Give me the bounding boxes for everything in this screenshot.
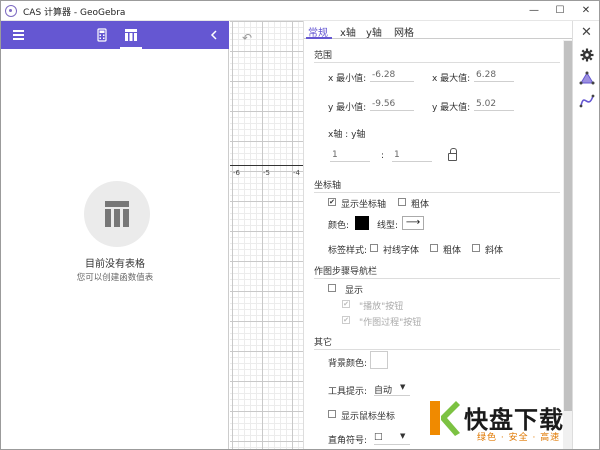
- axis-ratio-label: x轴 : y轴: [328, 130, 366, 140]
- settings-tabs: 常规 x轴 y轴 网格: [304, 21, 573, 39]
- xmax-input[interactable]: 6.28: [474, 70, 514, 82]
- section-divider: [314, 349, 560, 350]
- watermark-slogan: 绿色 · 安全 · 高速: [477, 433, 561, 443]
- ymin-input[interactable]: -9.56: [370, 99, 414, 111]
- minimize-button[interactable]: —: [521, 1, 547, 21]
- play-button-checkbox: ✔: [342, 300, 350, 308]
- axes-bold-checkbox[interactable]: [398, 198, 406, 206]
- show-axes-checkbox[interactable]: ✔: [328, 198, 336, 206]
- table-view-panel: 目前没有表格 您可以创建函数值表: [1, 21, 229, 449]
- undo-icon[interactable]: ↶: [242, 31, 252, 45]
- settings-content[interactable]: 范围 x 最小值: -6.28 x 最大值: 6.28 y 最小值: -9.56…: [304, 40, 573, 449]
- axes-bold-label: 粗体: [411, 200, 430, 210]
- section-divider: [314, 62, 560, 63]
- section-divider: [314, 192, 560, 193]
- empty-table-illustration: [84, 181, 150, 247]
- settings-panel: 常规 x轴 y轴 网格 范围 x 最小值: -6.28 x 最大值: 6.28 …: [303, 21, 573, 449]
- ymin-label: y 最小值:: [328, 103, 367, 113]
- serif-checkbox[interactable]: [370, 244, 378, 252]
- tooltips-dropdown[interactable]: 自动 ▼: [374, 383, 410, 396]
- show-axes-label: 显示坐标轴: [341, 200, 387, 210]
- section-range-title: 范围: [314, 51, 333, 61]
- tab-grid[interactable]: 网格: [394, 24, 414, 39]
- right-angle-label: 直角符号:: [328, 436, 368, 446]
- maximize-button[interactable]: ☐: [547, 1, 573, 21]
- show-mouse-coords-label: 显示鼠标坐标: [341, 412, 396, 422]
- view-toolbar: [1, 21, 229, 49]
- x-axis: [230, 165, 303, 166]
- italic-label: 斜体: [485, 246, 504, 256]
- axis-color-label: 颜色:: [328, 221, 350, 231]
- line-style-label: 线型:: [377, 221, 399, 231]
- menu-icon[interactable]: [7, 25, 29, 45]
- right-angle-dropdown[interactable]: □ ▼: [374, 432, 410, 445]
- show-navigation-checkbox[interactable]: [328, 284, 336, 292]
- show-navigation-label: 显示: [345, 286, 364, 296]
- tooltips-label: 工具提示:: [328, 387, 368, 397]
- close-window-button[interactable]: ✕: [573, 1, 599, 21]
- gear-icon[interactable]: [576, 45, 597, 65]
- title-bar: CAS 计算器 - GeoGebra — ☐ ✕: [1, 1, 599, 21]
- chevron-down-icon: ▼: [400, 383, 406, 391]
- xmin-label: x 最小值:: [328, 74, 367, 84]
- empty-table-subtitle: 您可以创建函数值表: [76, 273, 154, 283]
- site-watermark: 快盘下载 绿色 · 安全 · 高速: [426, 397, 599, 449]
- tab-x-axis[interactable]: x轴: [340, 24, 356, 39]
- ymax-label: y 最大值:: [432, 103, 471, 113]
- tab-y-axis[interactable]: y轴: [366, 24, 382, 39]
- x-tick-label: -6: [233, 169, 240, 177]
- chevron-left-icon[interactable]: [203, 25, 225, 45]
- section-axes-title: 坐标轴: [314, 181, 342, 191]
- section-navigation-title: 作图步骤导航栏: [314, 267, 378, 277]
- table-icon[interactable]: [120, 25, 142, 45]
- play-button-label: "播放"按钮: [359, 302, 404, 312]
- empty-table-title: 目前没有表格: [85, 259, 145, 270]
- table-icon: [105, 201, 129, 227]
- right-angle-value: □: [374, 432, 383, 442]
- app-window: CAS 计算器 - GeoGebra — ☐ ✕ 目前没有表格 您可以创建函数值…: [0, 0, 600, 450]
- close-settings-button[interactable]: ✕: [576, 23, 597, 43]
- geogebra-logo-icon: [5, 5, 17, 17]
- background-color-swatch[interactable]: [370, 351, 388, 369]
- window-title: CAS 计算器 - GeoGebra: [23, 8, 126, 18]
- axis-color-swatch[interactable]: [355, 216, 369, 230]
- ratio-separator: :: [381, 151, 385, 161]
- italic-checkbox[interactable]: [472, 244, 480, 252]
- label-bold-label: 粗体: [443, 246, 462, 256]
- section-other-title: 其它: [314, 338, 333, 348]
- label-bold-checkbox[interactable]: [430, 244, 438, 252]
- construction-protocol-label: "作图过程"按钮: [359, 318, 422, 328]
- ymax-input[interactable]: 5.02: [474, 99, 514, 111]
- ratio-y-input[interactable]: 1: [392, 150, 432, 162]
- background-color-label: 背景颜色:: [328, 359, 368, 369]
- show-mouse-coords-checkbox[interactable]: [328, 410, 336, 418]
- x-tick-label: -4: [293, 169, 300, 177]
- graphics-style-icon[interactable]: [576, 68, 597, 88]
- algebra-curve-icon[interactable]: [576, 91, 597, 111]
- lock-icon[interactable]: [448, 148, 457, 161]
- ratio-x-input[interactable]: 1: [330, 150, 370, 162]
- label-style-label: 标签样式:: [328, 246, 368, 256]
- graphics-view[interactable]: ↶ -6 -5 -4: [230, 21, 303, 449]
- active-tab-indicator: [306, 37, 332, 39]
- xmax-label: x 最大值:: [432, 74, 471, 84]
- settings-side-rail: ✕: [572, 21, 599, 449]
- x-tick-label: -5: [263, 169, 270, 177]
- serif-label: 衬线字体: [383, 246, 420, 256]
- chevron-down-icon: ▼: [400, 432, 406, 440]
- xmin-input[interactable]: -6.28: [370, 70, 414, 82]
- construction-protocol-checkbox: ✔: [342, 316, 350, 324]
- settings-scrollbar-thumb[interactable]: [564, 41, 572, 411]
- section-divider: [314, 278, 560, 279]
- calculator-icon[interactable]: [91, 25, 113, 45]
- line-style-button[interactable]: ⟶: [402, 216, 424, 230]
- tooltips-value: 自动: [374, 386, 393, 396]
- kuaipan-logo-icon: [430, 401, 460, 436]
- active-view-indicator: [120, 47, 142, 49]
